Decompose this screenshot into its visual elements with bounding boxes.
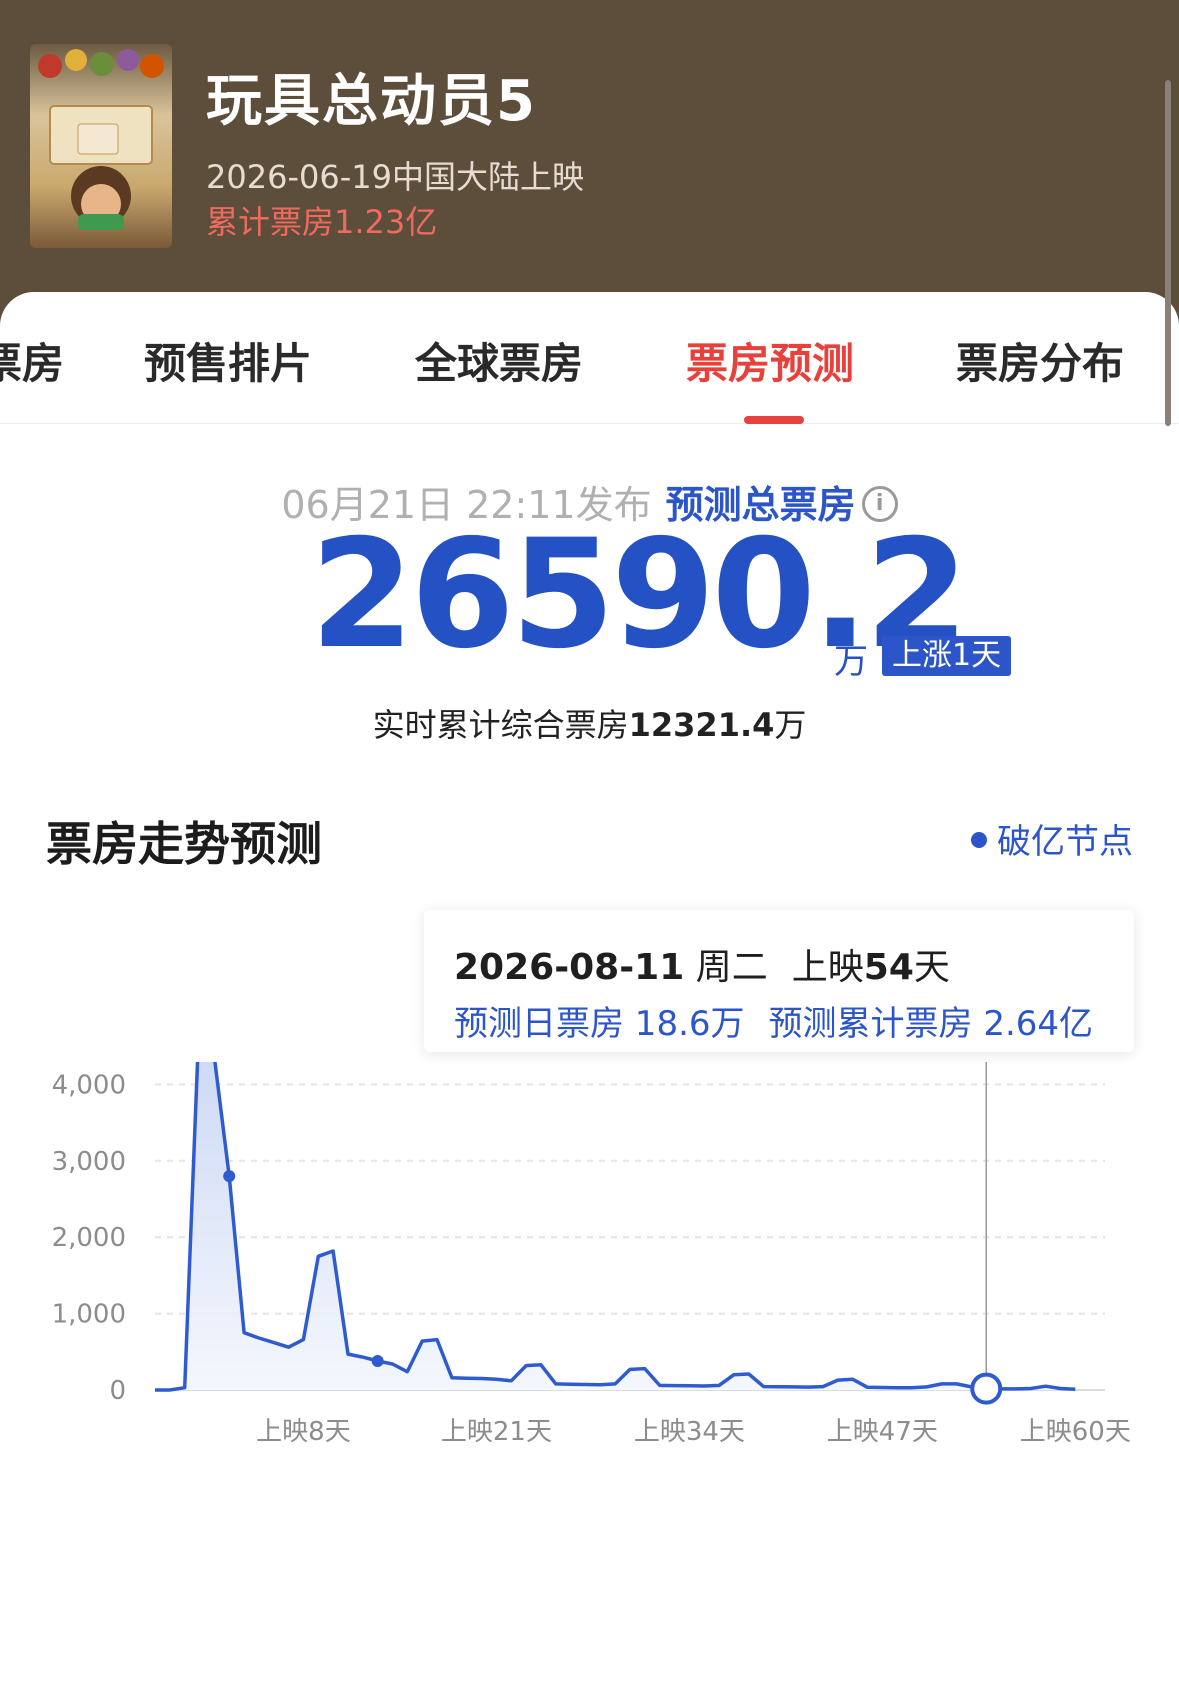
realtime-cumulative: 实时累计综合票房12321.4万 [0, 700, 1179, 746]
realtime-label: 实时累计综合票房 [372, 706, 629, 744]
tab-presale-schedule[interactable]: 预售排片 [144, 330, 312, 391]
realtime-value: 12321.4 [628, 706, 775, 744]
realtime-unit: 万 [774, 706, 807, 744]
y-tick-label: 1,000 [52, 1300, 126, 1330]
y-tick-label: 3,000 [52, 1147, 126, 1177]
y-tick-label: 2,000 [52, 1223, 126, 1253]
chart-tooltip: 2026-08-11 周二 上映54天 预测日票房 18.6万 预测累计票房 2.6… [424, 910, 1134, 1052]
tab-global-box-office[interactable]: 全球票房 [415, 330, 583, 391]
cumulative-box-office: 累计票房1.23亿 [206, 203, 438, 241]
poster-image [30, 44, 172, 248]
x-tick-label: 上映34天 [634, 1417, 745, 1447]
milestone-point [223, 1170, 236, 1183]
tab-box-office-forecast[interactable]: 票房预测 [686, 330, 854, 391]
tooltip-weekday: 周二 [695, 947, 768, 988]
chart-legend[interactable]: 破亿节点 [971, 814, 1133, 863]
trend-badge: 上涨1天 [882, 636, 1012, 676]
tab-bar: 票房 预售排片 全球票房 票房预测 票房分布 [0, 292, 1179, 424]
movie-title: 玩具总动员5 [206, 69, 537, 134]
tab-box-office[interactable]: 票房 [0, 330, 64, 391]
x-tick-label: 上映8天 [256, 1417, 351, 1447]
movie-poster[interactable] [30, 44, 172, 248]
tooltip-values: 预测日票房 18.6万 预测累计票房 2.64亿 [454, 996, 1093, 1045]
tooltip-date: 2026-08-11 [454, 947, 685, 988]
trend-chart[interactable]: 01,0002,0003,0004,0005,000上映8天上映21天上映34天… [0, 994, 1179, 1602]
tooltip-day-suffix: 天 [913, 947, 950, 988]
tooltip-cumulative: 预测累计票房 2.64亿 [768, 1004, 1094, 1044]
series-area [155, 1011, 1076, 1390]
scrollbar[interactable] [1165, 80, 1171, 426]
forecast-panel: 票房 预售排片 全球票房 票房预测 票房分布 06月21日 22:11发布 预测总… [0, 292, 1179, 1708]
y-tick-label: 4,000 [52, 1070, 126, 1100]
series-line [155, 1010, 1076, 1392]
y-tick-label: 0 [109, 1376, 126, 1406]
trend-chart-svg[interactable]: 01,0002,0003,0004,0005,000上映8天上映21天上映34天… [0, 994, 1179, 1602]
highlight-point [970, 1372, 1003, 1405]
legend-dot-icon [971, 831, 987, 848]
x-tick-label: 上映60天 [1020, 1417, 1131, 1447]
tooltip-daily: 预测日票房 18.6万 [454, 1004, 745, 1044]
trend-section-title: 票房走势预测 [46, 817, 322, 871]
tab-box-office-distribution[interactable]: 票房分布 [956, 330, 1124, 391]
milestone-point [371, 1354, 384, 1367]
tooltip-header: 2026-08-11 周二 上映54天 [454, 938, 950, 990]
movie-header: 玩具总动员5 2026-06-19中国大陆上映 累计票房1.23亿 [0, 0, 1179, 330]
legend-label: 破亿节点 [997, 822, 1133, 862]
tooltip-day-number: 54 [863, 947, 914, 988]
forecast-total-unit: 万 [834, 642, 868, 682]
release-info: 2026-06-19中国大陆上映 [206, 158, 584, 196]
active-tab-indicator [744, 416, 804, 424]
x-tick-label: 上映47天 [827, 1417, 938, 1447]
tooltip-day-prefix: 上映 [791, 947, 864, 988]
x-tick-label: 上映21天 [441, 1417, 552, 1447]
